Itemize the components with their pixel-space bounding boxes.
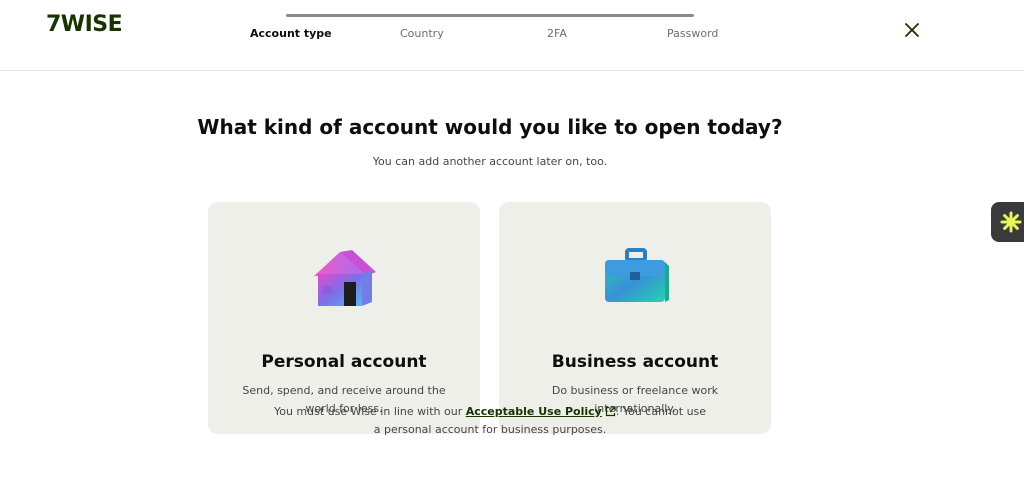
step-password: Password [667,27,719,40]
personal-account-title: Personal account [261,352,427,372]
external-link-icon [605,406,616,417]
house-icon [208,246,480,316]
policy-note-prefix: You must use Wise in line with our [273,405,466,418]
step-2fa: 2FA [547,27,567,40]
step-country: Country [400,27,444,40]
progress-track [286,14,694,17]
help-widget-button[interactable] [991,202,1024,242]
usage-policy-note: You must use Wise in line with our Accep… [272,403,708,439]
progress-stepper: Account type Country 2FA Password [250,14,730,54]
step-account-type: Account type [250,27,332,40]
asterisk-icon [1000,211,1022,233]
business-account-title: Business account [551,352,719,372]
page-subtitle: You can add another account later on, to… [372,155,608,168]
page-title: What kind of account would you like to o… [197,115,783,139]
top-header: 7WISE Account type Country 2FA Password [0,0,1024,71]
acceptable-use-policy-link[interactable]: Acceptable Use Policy [466,405,602,418]
briefcase-icon [499,246,771,316]
personal-account-card[interactable]: Personal account Send, spend, and receiv… [208,202,480,434]
wise-logo[interactable]: 7WISE [46,12,123,37]
close-icon [905,23,919,37]
business-account-card[interactable]: Business account Do business or freelanc… [499,202,771,434]
logo-text: 7WISE [46,12,123,37]
close-button[interactable] [900,18,924,42]
